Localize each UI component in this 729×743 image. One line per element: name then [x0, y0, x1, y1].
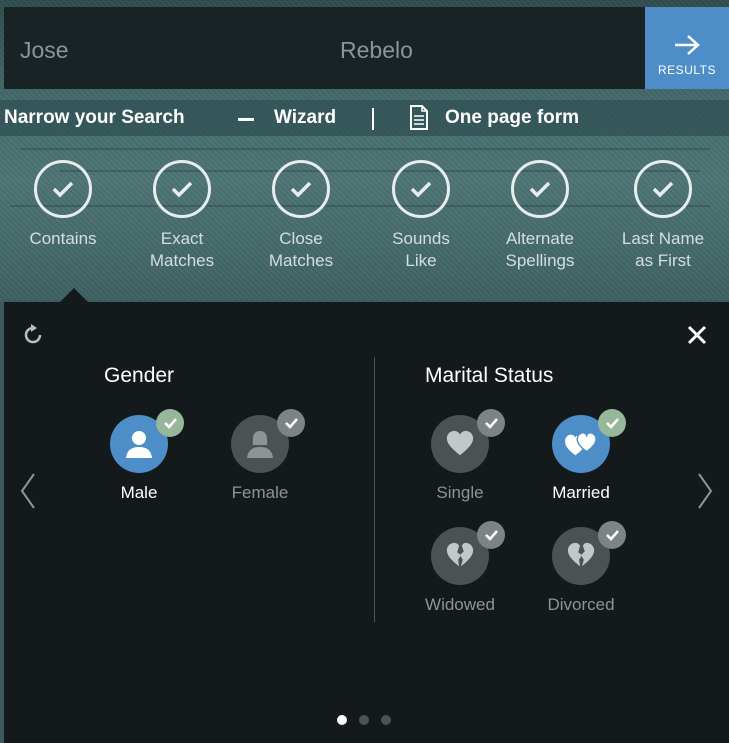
check-badge-icon — [156, 409, 184, 437]
gender-disc — [110, 409, 184, 473]
narrow-search-title: Narrow your Search — [4, 107, 185, 128]
marital-disc — [431, 521, 505, 585]
gender-title: Gender — [104, 364, 175, 387]
last-name-field[interactable]: Rebelo — [340, 37, 413, 64]
match-option-alternate-spellings[interactable]: Alternate Spellings — [480, 160, 600, 272]
document-icon — [410, 105, 428, 130]
check-badge-icon — [598, 521, 626, 549]
marital-option-single[interactable]: Single — [405, 409, 515, 503]
first-name-field[interactable]: Jose — [20, 37, 69, 64]
marital-option-label: Married — [552, 483, 610, 502]
pagination-dots — [337, 712, 403, 725]
panel-pointer — [60, 288, 88, 302]
one-page-form-link[interactable]: One page form — [445, 107, 579, 129]
divider — [372, 108, 374, 130]
match-option-label: Sounds Like — [392, 229, 450, 270]
person-icon — [126, 431, 152, 458]
close-icon[interactable] — [686, 324, 708, 346]
match-option-last-name-first[interactable]: Last Name as First — [603, 160, 723, 272]
page-dot-3[interactable] — [381, 715, 391, 725]
check-circle-icon — [392, 160, 450, 218]
page-dot-1[interactable] — [337, 715, 347, 725]
check-badge-icon — [477, 521, 505, 549]
gender-option-label: Female — [231, 483, 289, 502]
gender-option-label: Male — [120, 483, 158, 502]
marital-option-label: Divorced — [547, 595, 615, 614]
chevron-left-icon[interactable] — [20, 472, 36, 510]
check-circle-icon — [272, 160, 330, 218]
section-divider — [374, 357, 375, 622]
marital-status-title: Marital Status — [425, 364, 554, 387]
match-option-label: Exact Matches — [149, 229, 215, 270]
check-circle-icon — [153, 160, 211, 218]
gender-option-male[interactable]: Male — [84, 409, 194, 503]
marital-option-label: Single — [436, 483, 484, 502]
marital-option-divorced[interactable]: Divorced — [526, 521, 636, 615]
arrow-right-icon — [675, 35, 700, 55]
background-script-line — [20, 148, 710, 150]
check-circle-icon — [511, 160, 569, 218]
match-option-label: Alternate Spellings — [505, 229, 575, 270]
gender-disc — [231, 409, 305, 473]
match-option-label: Last Name as First — [621, 229, 705, 270]
check-circle-icon — [634, 160, 692, 218]
refresh-icon[interactable] — [22, 324, 44, 346]
marital-option-widowed[interactable]: Widowed — [405, 521, 515, 615]
match-option-sounds-like[interactable]: Sounds Like — [361, 160, 481, 272]
check-badge-icon — [598, 409, 626, 437]
marital-disc — [552, 521, 626, 585]
search-bar: Jose Rebelo — [4, 7, 645, 89]
two-hearts-icon — [565, 432, 597, 456]
marital-option-married[interactable]: Married — [526, 409, 636, 503]
match-option-contains[interactable]: Contains — [3, 160, 123, 250]
page-dot-2[interactable] — [359, 715, 369, 725]
minus-icon — [238, 118, 254, 121]
person-female-icon — [247, 431, 273, 458]
broken-heart-icon — [446, 542, 474, 567]
narrow-search-bar: Narrow your Search Wizard One page form — [0, 100, 729, 136]
gender-option-female[interactable]: Female — [205, 409, 315, 503]
match-option-label: Contains — [29, 229, 97, 248]
check-circle-icon — [34, 160, 92, 218]
check-badge-icon — [477, 409, 505, 437]
results-button[interactable]: RESULTS — [645, 7, 729, 89]
match-option-exact[interactable]: Exact Matches — [122, 160, 242, 272]
results-label: RESULTS — [658, 63, 716, 77]
chevron-right-icon[interactable] — [697, 472, 713, 510]
marital-disc — [552, 409, 626, 473]
marital-disc — [431, 409, 505, 473]
marital-option-label: Widowed — [425, 595, 495, 614]
broken-heart-icon — [567, 542, 595, 567]
match-option-label: Close Matches — [268, 229, 334, 270]
match-option-close[interactable]: Close Matches — [241, 160, 361, 272]
check-badge-icon — [277, 409, 305, 437]
wizard-link[interactable]: Wizard — [274, 107, 336, 129]
heart-icon — [446, 430, 474, 456]
